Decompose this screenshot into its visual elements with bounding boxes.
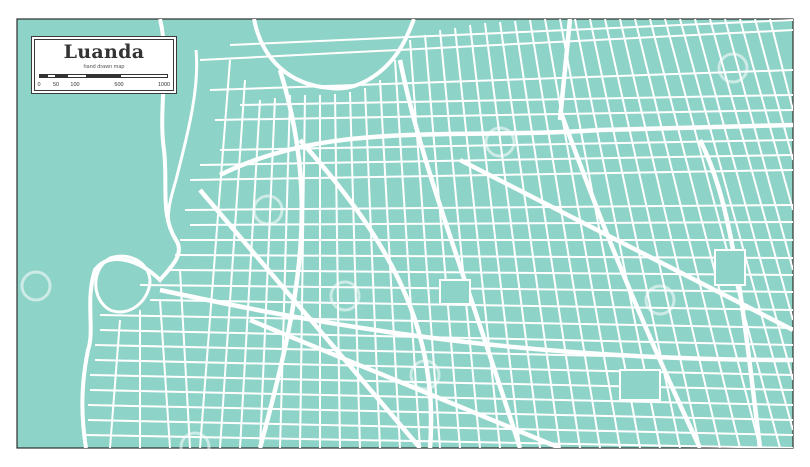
scale-label: 100: [70, 82, 80, 88]
map-subtitle: hand drawn map: [83, 64, 125, 70]
scale-label: 500: [114, 82, 124, 88]
scale-segment: [67, 75, 86, 77]
scale-segment: [121, 75, 167, 77]
map-title-box: Luanda hand drawn map 0 50 100 500 1000: [31, 36, 177, 94]
scale-label: 1000: [157, 82, 171, 88]
scale-segment: [47, 75, 56, 77]
scale-segment: [85, 75, 122, 77]
scale-label: 50: [52, 82, 60, 88]
scale-segment: [40, 75, 48, 77]
scale-segment: [55, 75, 68, 77]
scale-label: 0: [37, 82, 41, 88]
map-title: Luanda: [63, 41, 145, 63]
scale-bar: [39, 74, 168, 78]
